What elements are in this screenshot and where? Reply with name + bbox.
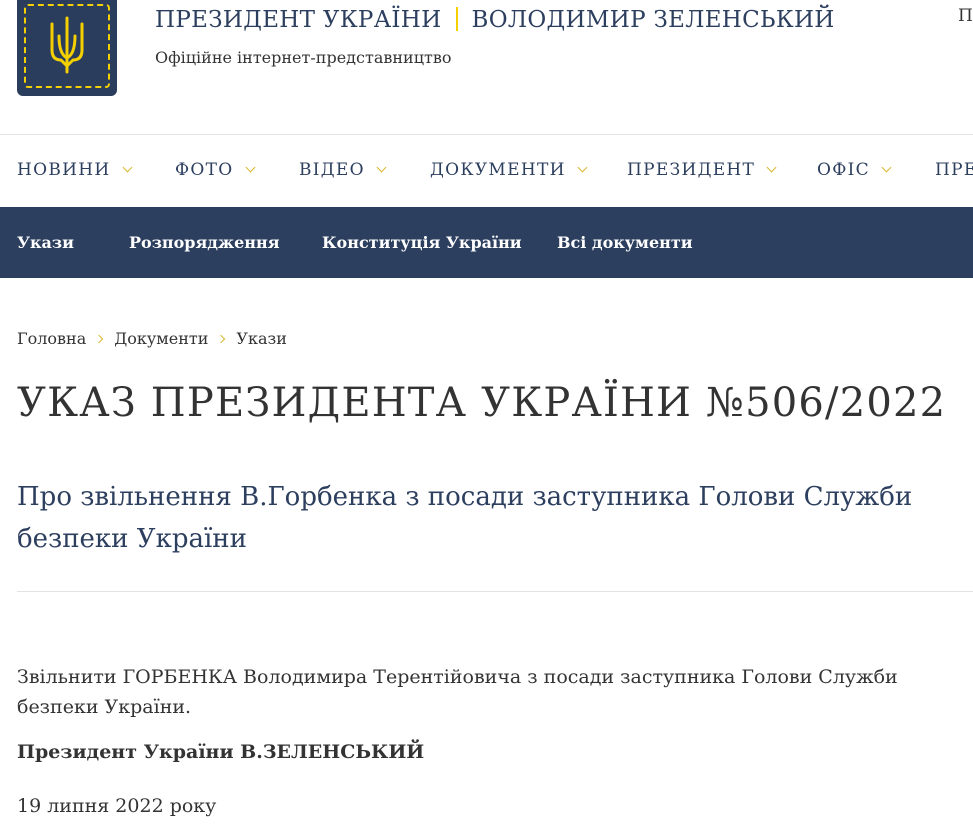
nav-item-photo[interactable]: ФОТО (175, 160, 255, 180)
subnav-item-orders[interactable]: Розпорядження (129, 233, 280, 252)
subnav-item-constitution[interactable]: Конституція України (322, 233, 522, 252)
content-divider (17, 591, 973, 592)
nav-item-office[interactable]: ОФІС (817, 160, 892, 180)
breadcrumb-home[interactable]: Головна (17, 329, 86, 348)
chevron-down-icon (766, 162, 777, 172)
subnav-item-all-documents[interactable]: Всі документи (557, 233, 693, 252)
document-date: 19 липня 2022 року (17, 795, 217, 817)
nav-item-label: ДОКУМЕНТИ (430, 160, 566, 180)
site-header: ПРЕЗИДЕНТ УКРАЇНИ ВОЛОДИМИР ЗЕЛЕНСЬКИЙ Оф… (0, 0, 973, 134)
nav-item-label: ВІДЕО (299, 160, 365, 180)
nav-item-label: ФОТО (175, 160, 234, 180)
document-signature: Президент України В.ЗЕЛЕНСЬКИЙ (17, 741, 425, 763)
breadcrumb-documents[interactable]: Документи (114, 329, 208, 348)
documents-subnav: Укази Розпорядження Конституція України … (0, 207, 973, 278)
chevron-down-icon (881, 162, 892, 172)
page-title: УКАЗ ПРЕЗИДЕНТА УКРАЇНИ №506/2022 (17, 380, 947, 426)
document-subtitle: Про звільнення В.Горбенка з посади засту… (17, 482, 913, 554)
nav-item-video[interactable]: ВІДЕО (299, 160, 387, 180)
document-body: Звільнити ГОРБЕНКА Володимира Терентійов… (17, 666, 898, 718)
chevron-down-icon (245, 162, 255, 172)
subnav-item-decrees[interactable]: Укази (17, 233, 74, 252)
site-title[interactable]: ПРЕЗИДЕНТ УКРАЇНИ ВОЛОДИМИР ЗЕЛЕНСЬКИЙ (155, 7, 835, 35)
nav-item-press[interactable]: ПРЕ (935, 160, 973, 180)
chevron-down-icon (577, 162, 588, 172)
site-subtitle: Офіційне інтернет-представництво (155, 48, 452, 67)
chevron-right-icon (217, 334, 226, 344)
main-nav: НОВИНИ ФОТО ВІДЕО ДОКУМЕНТИ ПРЕЗИДЕНТ ОФ… (0, 135, 973, 207)
nav-item-documents[interactable]: ДОКУМЕНТИ (430, 160, 588, 180)
nav-item-label: ПРЕ (935, 160, 973, 180)
breadcrumb-decrees[interactable]: Укази (236, 329, 287, 348)
site-logo[interactable] (17, 0, 117, 96)
nav-item-president[interactable]: ПРЕЗИДЕНТ (627, 160, 777, 180)
nav-item-label: ОФІС (817, 160, 870, 180)
site-title-president[interactable]: ПРЕЗИДЕНТ УКРАЇНИ (155, 7, 442, 33)
trident-emblem-icon (50, 16, 84, 74)
chevron-down-icon (122, 162, 132, 172)
breadcrumb: Головна Документи Укази (17, 329, 287, 348)
nav-item-label: НОВИНИ (17, 160, 111, 180)
title-separator (455, 7, 458, 31)
chevron-down-icon (376, 162, 387, 172)
page: ПРЕЗИДЕНТ УКРАЇНИ ВОЛОДИМИР ЗЕЛЕНСЬКИЙ Оф… (0, 0, 973, 831)
site-title-name[interactable]: ВОЛОДИМИР ЗЕЛЕНСЬКИЙ (472, 7, 835, 33)
nav-item-news[interactable]: НОВИНИ (17, 160, 132, 180)
top-right-link[interactable]: П (958, 6, 973, 26)
chevron-right-icon (94, 334, 104, 344)
nav-item-label: ПРЕЗИДЕНТ (627, 160, 756, 180)
